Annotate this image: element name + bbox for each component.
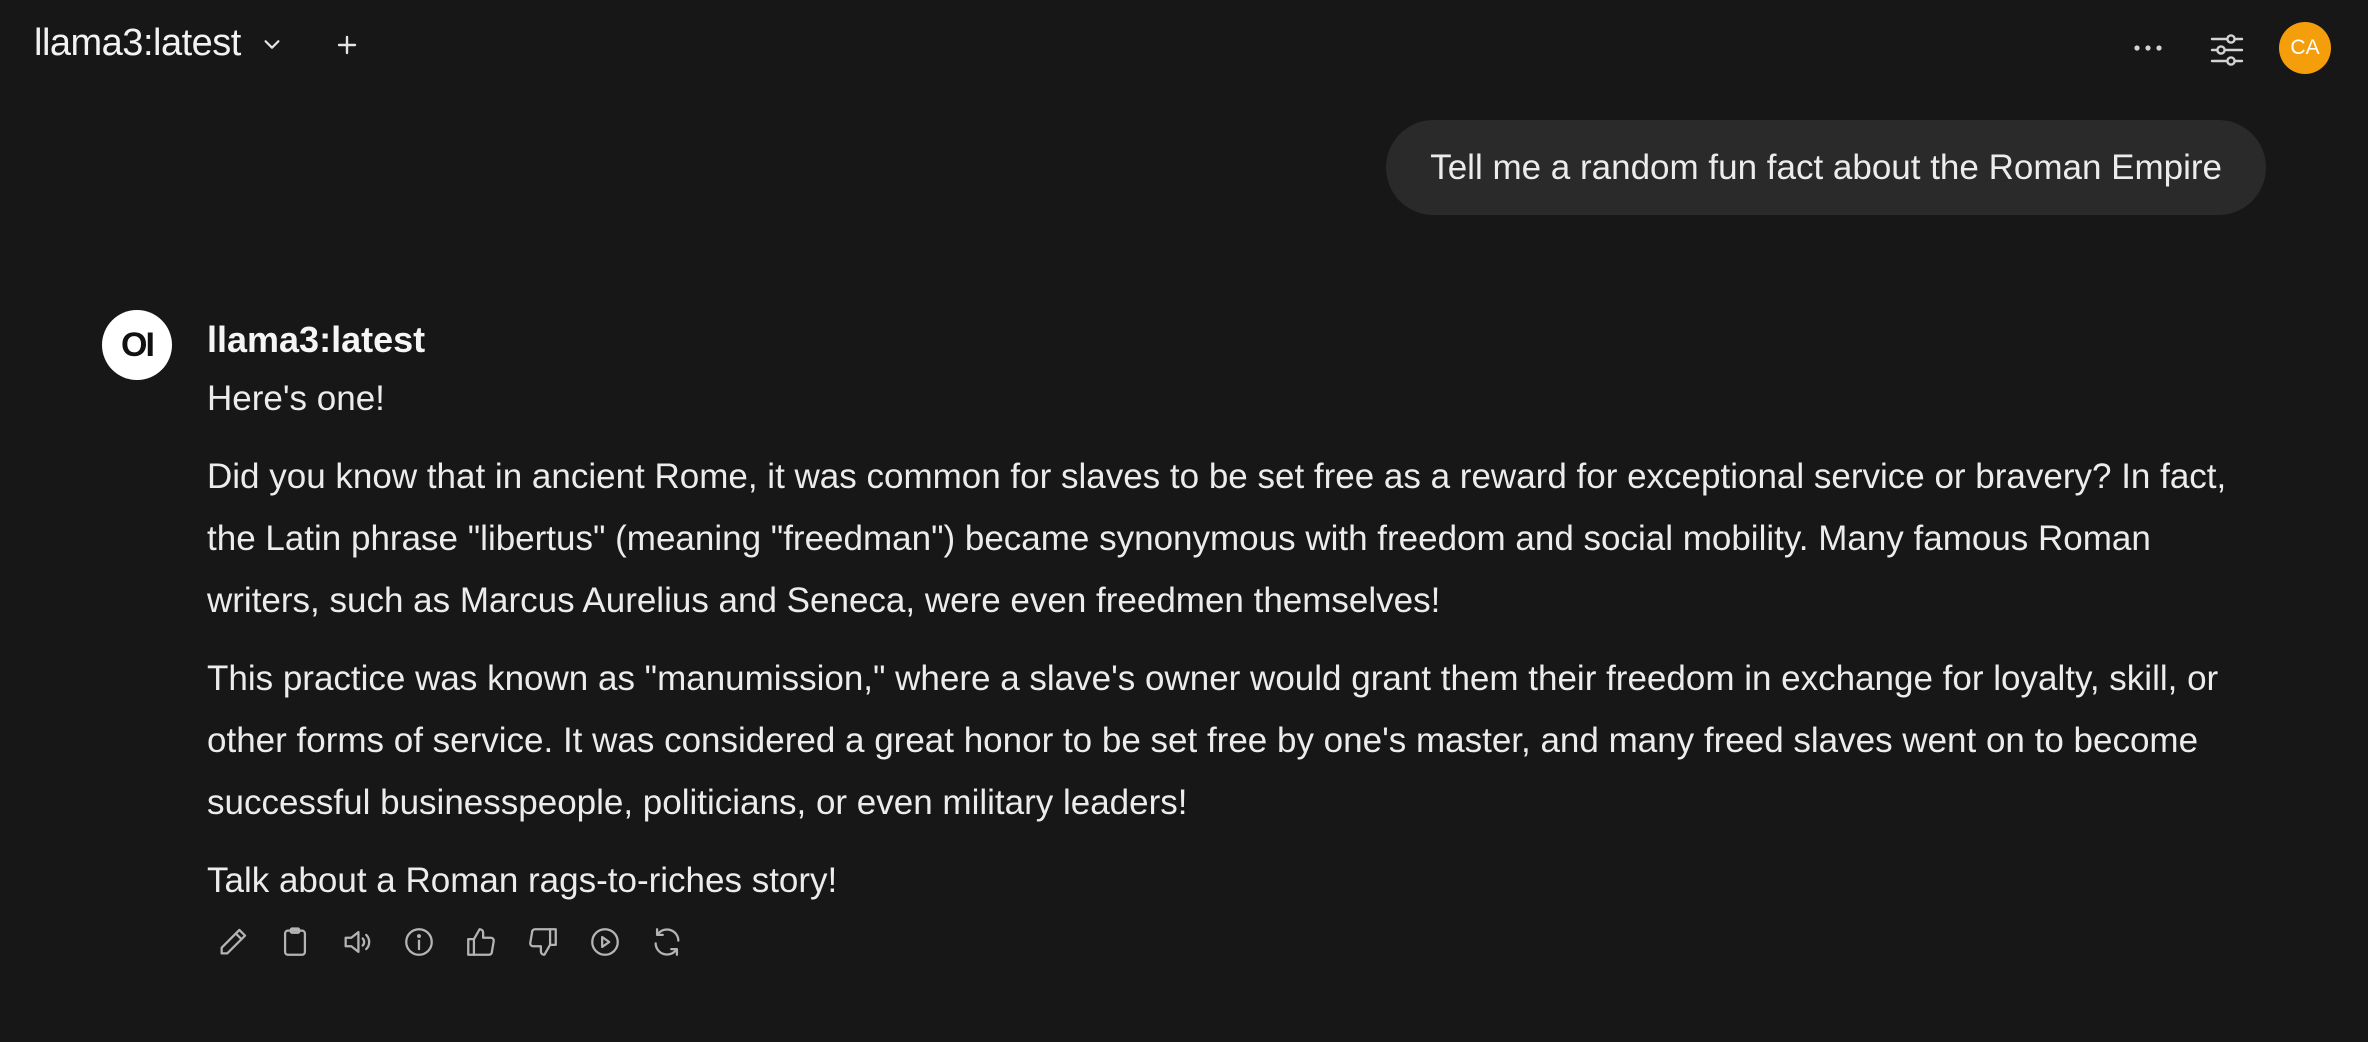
assistant-name: llama3:latest [207, 319, 426, 360]
assistant-avatar-text: OI [121, 325, 155, 364]
copy-icon[interactable] [277, 924, 313, 960]
regenerate-icon[interactable] [649, 924, 685, 960]
thumbs-down-icon[interactable] [525, 924, 561, 960]
chevron-down-icon [259, 31, 285, 57]
message-actions [215, 924, 685, 960]
user-message: Tell me a random fun fact about the Roma… [1386, 120, 2266, 215]
user-avatar[interactable]: CA [2279, 22, 2331, 74]
assistant-message: llama3:latest Here's one! Did you know t… [207, 312, 2267, 912]
response-paragraph: This practice was known as "manumission,… [207, 659, 2219, 822]
more-options-icon[interactable] [2128, 28, 2168, 68]
add-model-button[interactable] [330, 28, 364, 62]
chat-controls-icon[interactable] [2205, 28, 2249, 72]
info-icon[interactable] [401, 924, 437, 960]
model-selector[interactable]: llama3:latest [34, 22, 285, 65]
model-name: llama3:latest [34, 22, 241, 64]
thumbs-up-icon[interactable] [463, 924, 499, 960]
edit-icon[interactable] [215, 924, 251, 960]
response-paragraph: Here's one! [207, 379, 385, 418]
play-icon[interactable] [587, 924, 623, 960]
response-paragraph: Talk about a Roman rags-to-riches story! [207, 861, 838, 900]
response-paragraph: Did you know that in ancient Rome, it wa… [207, 457, 2227, 620]
top-bar: llama3:latest CA [0, 0, 2368, 96]
assistant-avatar: OI [102, 310, 172, 380]
speaker-icon[interactable] [339, 924, 375, 960]
